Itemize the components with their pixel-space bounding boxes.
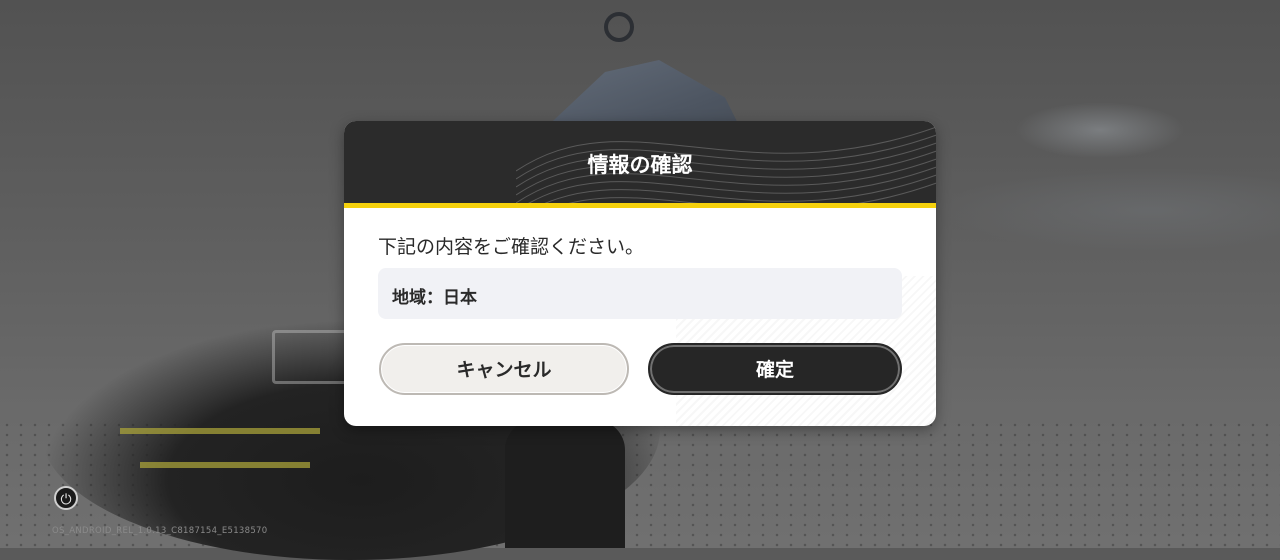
character-torso: [505, 420, 625, 548]
power-icon[interactable]: ⏻: [54, 486, 78, 510]
accent-bar: [344, 203, 936, 208]
region-info-text: 地域：日本: [392, 288, 477, 308]
game-logo: [272, 330, 348, 384]
yellow-stripe: [120, 428, 320, 434]
cancel-button[interactable]: キャンセル: [379, 343, 629, 395]
dialog-message: 下記の内容をご確認ください。: [378, 236, 645, 258]
confirm-button[interactable]: 確定: [648, 343, 902, 395]
character-hat-loop: [604, 12, 634, 42]
yellow-stripe: [140, 462, 310, 468]
dialog-header: 情報の確認: [344, 121, 936, 203]
build-version-label: OS_ANDROID_REL_1.0.13_C8187154_E5138570: [52, 526, 268, 536]
confirm-info-dialog: 情報の確認 下記の内容をご確認ください。 地域：日本 キャンセル 確定: [344, 121, 936, 426]
region-info-box: 地域：日本: [378, 268, 902, 319]
dialog-title: 情報の確認: [587, 153, 693, 177]
